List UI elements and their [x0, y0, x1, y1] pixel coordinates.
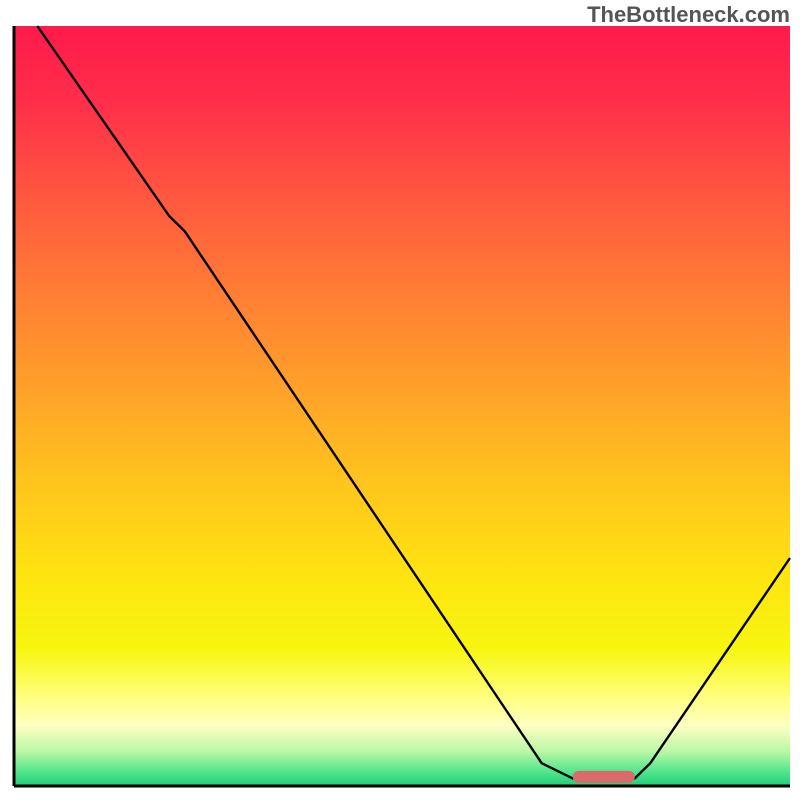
chart-svg	[0, 0, 800, 800]
plot-area	[14, 26, 790, 786]
optimal-range-marker	[573, 771, 635, 783]
bottleneck-chart: TheBottleneck.com	[0, 0, 800, 800]
gradient-background	[14, 26, 790, 786]
watermark-text: TheBottleneck.com	[587, 2, 790, 28]
